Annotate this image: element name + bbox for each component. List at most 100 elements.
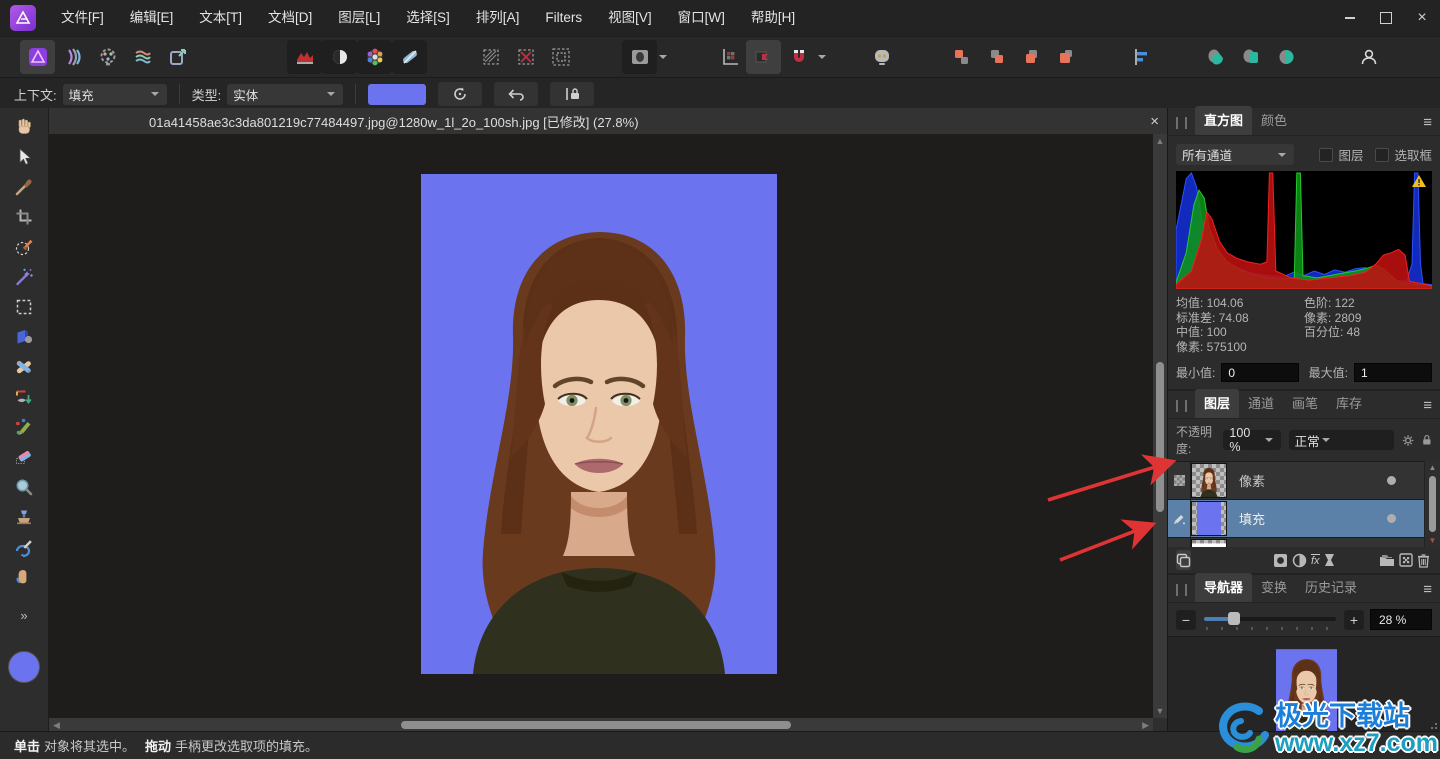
fill-color-swatch[interactable] bbox=[368, 84, 426, 105]
move-by-whole-pixels-button[interactable] bbox=[711, 40, 746, 74]
tab-brushes[interactable]: 画笔 bbox=[1283, 389, 1327, 418]
smudge-tool[interactable] bbox=[6, 562, 42, 592]
menu-arrange[interactable]: 排列[A] bbox=[463, 0, 533, 36]
layer-row-fill[interactable]: 填充 bbox=[1168, 500, 1424, 538]
color-wheel-button[interactable] bbox=[357, 40, 392, 74]
menu-file[interactable]: 文件[F] bbox=[48, 0, 117, 36]
zoom-out-button[interactable]: − bbox=[1176, 610, 1196, 630]
crop-tool[interactable] bbox=[6, 202, 42, 232]
photo-image[interactable] bbox=[421, 174, 777, 674]
minimize-button[interactable] bbox=[1332, 0, 1368, 36]
zoom-value-input[interactable]: 28 % bbox=[1370, 609, 1432, 630]
scroll-up-icon[interactable]: ▲ bbox=[1429, 461, 1437, 474]
live-filter-button[interactable] bbox=[1324, 550, 1335, 570]
menu-layer[interactable]: 图层[L] bbox=[325, 0, 393, 36]
horizontal-scrollbar[interactable]: ◀ ▶ bbox=[49, 718, 1153, 732]
layer-thumbnail[interactable] bbox=[1191, 501, 1227, 536]
fill-gradient-tool[interactable] bbox=[6, 322, 42, 352]
tab-stock[interactable]: 库存 bbox=[1327, 389, 1371, 418]
navigator-preview[interactable] bbox=[1168, 636, 1440, 732]
tab-transform[interactable]: 变换 bbox=[1252, 573, 1296, 602]
marquee-checkbox[interactable] bbox=[1375, 148, 1389, 162]
photo-persona-button[interactable] bbox=[20, 40, 55, 74]
mask-layer-button[interactable] bbox=[1273, 550, 1288, 570]
blend-mode-select[interactable]: 正常 bbox=[1289, 430, 1395, 450]
layer-scroll-thumb[interactable] bbox=[1429, 476, 1436, 532]
tab-color[interactable]: 颜色 bbox=[1252, 106, 1296, 135]
quick-mask-chevron-icon[interactable] bbox=[659, 55, 667, 63]
layer-visibility-toggle[interactable] bbox=[1387, 476, 1396, 485]
panel-menu-icon[interactable]: ≡ bbox=[1423, 114, 1432, 131]
layer-list-scrollbar[interactable]: ▲ ▼ bbox=[1424, 461, 1440, 547]
min-input[interactable] bbox=[1221, 363, 1299, 382]
scroll-up-icon[interactable]: ▲ bbox=[1156, 134, 1165, 148]
curves-button[interactable] bbox=[322, 40, 357, 74]
layer-row-partial[interactable] bbox=[1168, 538, 1424, 547]
document-tab[interactable]: 01a41458ae3c3da801219c77484497.jpg@1280w… bbox=[49, 108, 1167, 134]
add-operation-button[interactable] bbox=[1198, 40, 1233, 74]
horizontal-scroll-thumb[interactable] bbox=[401, 721, 791, 729]
panel-resize-grip[interactable] bbox=[1430, 722, 1438, 730]
account-button[interactable] bbox=[1351, 40, 1386, 74]
move-to-front-button[interactable] bbox=[943, 40, 978, 74]
warning-icon[interactable] bbox=[1411, 174, 1427, 188]
scroll-down-icon[interactable]: ▼ bbox=[1429, 534, 1437, 547]
context-select[interactable]: 填充 bbox=[63, 84, 167, 105]
move-forward-button[interactable] bbox=[978, 40, 1013, 74]
delete-layer-button[interactable] bbox=[1417, 550, 1430, 570]
more-tools-button[interactable]: » bbox=[20, 608, 27, 623]
menu-filters[interactable]: Filters bbox=[532, 0, 595, 36]
document-close-icon[interactable]: × bbox=[1150, 113, 1159, 130]
scroll-down-icon[interactable]: ▼ bbox=[1156, 704, 1165, 718]
vector-brush-tool[interactable] bbox=[6, 382, 42, 412]
move-tool[interactable] bbox=[6, 142, 42, 172]
zoom-tool[interactable] bbox=[6, 472, 42, 502]
tab-histogram[interactable]: 直方图 bbox=[1195, 106, 1252, 135]
vertical-scrollbar[interactable]: ▲ ▼ bbox=[1153, 134, 1167, 718]
menu-select[interactable]: 选择[S] bbox=[393, 0, 463, 36]
panel-drag-handle-icon[interactable] bbox=[1176, 117, 1187, 129]
panel-drag-handle-icon[interactable] bbox=[1176, 400, 1187, 412]
alignment-button[interactable] bbox=[1123, 40, 1158, 74]
marquee-select-tool[interactable] bbox=[6, 292, 42, 322]
selection-brush-tool[interactable] bbox=[6, 232, 42, 262]
subtract-operation-button[interactable] bbox=[1233, 40, 1268, 74]
menu-window[interactable]: 窗口[W] bbox=[665, 0, 738, 36]
levels-button[interactable] bbox=[287, 40, 322, 74]
panel-drag-handle-icon[interactable] bbox=[1176, 584, 1187, 596]
channel-select[interactable]: 所有通道 bbox=[1176, 144, 1294, 165]
layer-name[interactable]: 像素 bbox=[1239, 471, 1265, 490]
revert-fill-button[interactable] bbox=[494, 82, 538, 106]
tab-layers[interactable]: 图层 bbox=[1195, 389, 1239, 418]
menu-view[interactable]: 视图[V] bbox=[595, 0, 665, 36]
rotate-fill-button[interactable] bbox=[438, 82, 482, 106]
panel-menu-icon[interactable]: ≡ bbox=[1423, 397, 1432, 414]
tone-mapping-persona-button[interactable] bbox=[90, 40, 125, 74]
assistant-button[interactable] bbox=[864, 40, 899, 74]
blemish-removal-tool[interactable] bbox=[6, 352, 42, 382]
white-balance-button[interactable] bbox=[392, 40, 427, 74]
quick-mask-button[interactable] bbox=[622, 40, 657, 74]
tab-history[interactable]: 历史记录 bbox=[1296, 573, 1366, 602]
canvas[interactable]: ▲ ▼ ◀ ▶ bbox=[49, 134, 1167, 732]
flood-select-tool[interactable] bbox=[6, 262, 42, 292]
menu-help[interactable]: 帮助[H] bbox=[738, 0, 808, 36]
group-layers-button[interactable] bbox=[1379, 550, 1395, 570]
move-to-back-button[interactable] bbox=[1048, 40, 1083, 74]
menu-text[interactable]: 文本[T] bbox=[186, 0, 255, 36]
menu-edit[interactable]: 编辑[E] bbox=[117, 0, 187, 36]
close-button[interactable]: × bbox=[1404, 0, 1440, 36]
current-color-swatch[interactable] bbox=[8, 651, 40, 683]
panel-menu-icon[interactable]: ≡ bbox=[1423, 581, 1432, 598]
adjustment-layer-button[interactable] bbox=[1292, 550, 1307, 570]
zoom-slider[interactable] bbox=[1204, 610, 1336, 630]
scroll-right-icon[interactable]: ▶ bbox=[1142, 718, 1149, 732]
view-tool[interactable] bbox=[6, 112, 42, 142]
max-input[interactable] bbox=[1354, 363, 1432, 382]
paint-brush-tool[interactable] bbox=[6, 412, 42, 442]
develop-persona-button[interactable] bbox=[55, 40, 90, 74]
color-picker-tool[interactable] bbox=[6, 172, 42, 202]
zoom-slider-thumb[interactable] bbox=[1228, 612, 1240, 625]
new-layer-button[interactable] bbox=[1399, 550, 1413, 570]
layer-visibility-toggle[interactable] bbox=[1387, 514, 1396, 523]
